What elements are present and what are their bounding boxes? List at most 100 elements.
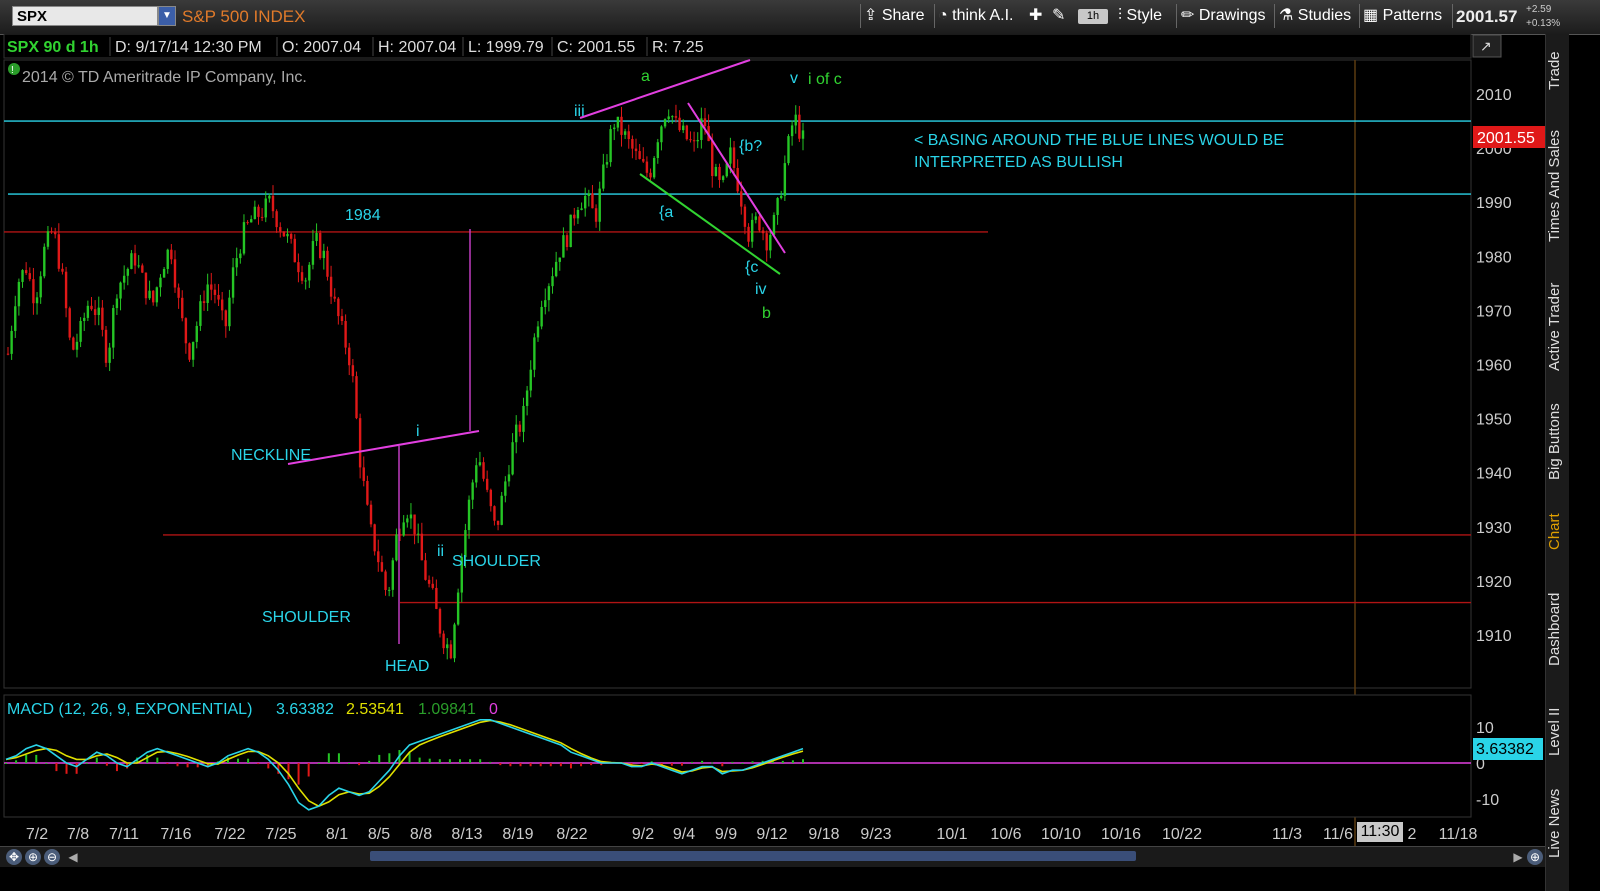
macd-histogram-bar (711, 762, 714, 764)
candle-body (340, 316, 344, 322)
candle-body (282, 231, 286, 237)
date-label: D: 9/17/14 12:30 PM (115, 39, 262, 56)
time-tick-label: 10/1 (936, 826, 967, 843)
timeframe-button[interactable]: 1h (1078, 9, 1108, 24)
scroll-thumb[interactable] (370, 851, 1136, 861)
macd-histogram-bar (489, 761, 492, 763)
time-axis: 7/2 7/8 7/11 7/16 7/22 7/25 8/1 8/5 8/8 8/13 8/19 8… (26, 826, 1478, 843)
candle-body (583, 196, 587, 209)
pan-icon[interactable]: ✥ (6, 849, 22, 865)
candle-body (569, 214, 572, 248)
candle-body (177, 287, 180, 298)
annotation-1984: 1984 (345, 207, 381, 224)
candle-body (682, 125, 685, 131)
sidebar-tab-live-news[interactable]: Live News (1546, 786, 1569, 861)
annotation-left-shoulder: SHOULDER (262, 609, 351, 626)
candle-body (46, 231, 50, 247)
macd-histogram-bar (176, 763, 179, 767)
candle-body (28, 273, 31, 280)
candle-body (373, 524, 376, 552)
time-tick-label: 8/22 (556, 826, 587, 843)
price-panel[interactable] (3, 59, 1472, 689)
time-tick-label: 8/5 (368, 826, 390, 843)
candle-body (366, 480, 369, 505)
candle-body (279, 227, 282, 232)
candle-body (329, 276, 333, 297)
macd-value-tag: 3.63382 (1473, 738, 1543, 760)
candle-body (61, 268, 64, 272)
candle-body (409, 514, 413, 519)
candle-body (159, 277, 162, 288)
candle-body (511, 442, 514, 475)
thinkai-button[interactable]: ◔ think A.I. (938, 5, 1014, 27)
candle-body (667, 116, 670, 120)
candle-body (210, 284, 213, 290)
candle-body (794, 114, 797, 126)
price-tick-label: 1930 (1476, 520, 1512, 537)
sidebar-tab-chart[interactable]: Chart (1546, 504, 1569, 560)
patterns-button[interactable]: ▦ Patterns (1363, 5, 1442, 27)
candle-body (613, 127, 616, 130)
candle-body (97, 307, 100, 315)
share-icon: ⇪ (864, 7, 878, 24)
macd-histogram-bar (691, 761, 694, 763)
candle-body (391, 560, 394, 590)
sidebar-tab-active-trader[interactable]: Active Trader (1546, 272, 1569, 382)
candle-body (64, 271, 68, 309)
settings-tool-button[interactable]: ✎ (1052, 5, 1065, 27)
candle-body (384, 571, 387, 590)
candle-body (68, 308, 71, 338)
scroll-left-icon[interactable]: ◀ (65, 849, 81, 865)
candle-body (747, 226, 750, 242)
candle-body (634, 148, 638, 152)
chart-area[interactable]: SPX 90 d 1h D: 9/17/14 12:30 PM O: 2007.… (0, 34, 1545, 846)
style-label: Style (1126, 7, 1163, 24)
macd-zero-value: 0 (489, 701, 498, 718)
candle-body (126, 268, 129, 276)
chart-toolbar: SPX ▼ S&P 500 INDEX ⇪ Share ◔ think A.I.… (0, 0, 1600, 35)
crosshair-tool-button[interactable]: ✚ (1029, 5, 1042, 27)
candle-body (631, 139, 634, 149)
macd-histogram-bar (95, 757, 98, 763)
sidebar-tab-level-ii[interactable]: Level II (1546, 699, 1569, 764)
scroll-right-icon[interactable]: ▶ (1510, 849, 1526, 865)
sidebar-tab-dashboard[interactable]: Dashboard (1546, 579, 1569, 679)
macd-histogram-bar (237, 758, 240, 763)
time-tick-label: 10/16 (1101, 826, 1141, 843)
candle-body (467, 499, 471, 531)
sidebar-tab-times-and-sales[interactable]: Times And Sales (1546, 118, 1569, 254)
candle-body (718, 166, 721, 180)
macd-histogram-bar (539, 763, 542, 767)
sidebar-tab-trade[interactable]: Trade (1546, 40, 1569, 102)
candle-body (743, 206, 747, 227)
zoom-in-icon[interactable]: ⊕ (25, 849, 41, 865)
sidebar-tab-big-buttons[interactable]: Big Buttons (1546, 394, 1569, 489)
zoom-out-icon[interactable]: ⊖ (44, 849, 60, 865)
candle-body (162, 268, 166, 278)
candle-body (623, 131, 627, 135)
macd-histogram-bar (65, 763, 68, 774)
toolbar-separator (1359, 4, 1360, 28)
candle-body (35, 297, 39, 304)
info-icon[interactable] (8, 63, 20, 75)
candle-body (246, 222, 249, 224)
open-label: O: 2007.04 (282, 39, 361, 56)
expand-icon[interactable]: ⊕ (1527, 849, 1543, 865)
macd-histogram-bar (791, 760, 794, 763)
drawings-button[interactable]: ✏ Drawings (1181, 5, 1266, 27)
candle-body (438, 608, 442, 634)
symbol-dropdown-icon[interactable]: ▼ (158, 6, 176, 26)
studies-button[interactable]: ⚗ Studies (1279, 5, 1351, 27)
candle-body (554, 261, 558, 277)
candle-body (155, 287, 159, 303)
annotation-basing-line2: INTERPRETED AS BULLISH (914, 154, 1123, 171)
style-button[interactable]: ⫶ Style (1118, 5, 1162, 27)
macd-histogram-bar (751, 761, 754, 763)
candle-body (83, 317, 86, 322)
symbol-input[interactable]: SPX (12, 6, 158, 26)
candle-body (231, 267, 235, 298)
toolbar-separator (1176, 4, 1177, 28)
macd-histogram-bar (569, 763, 572, 769)
change-percent: +0.13% (1526, 18, 1561, 29)
share-button[interactable]: ⇪ Share (864, 5, 925, 27)
